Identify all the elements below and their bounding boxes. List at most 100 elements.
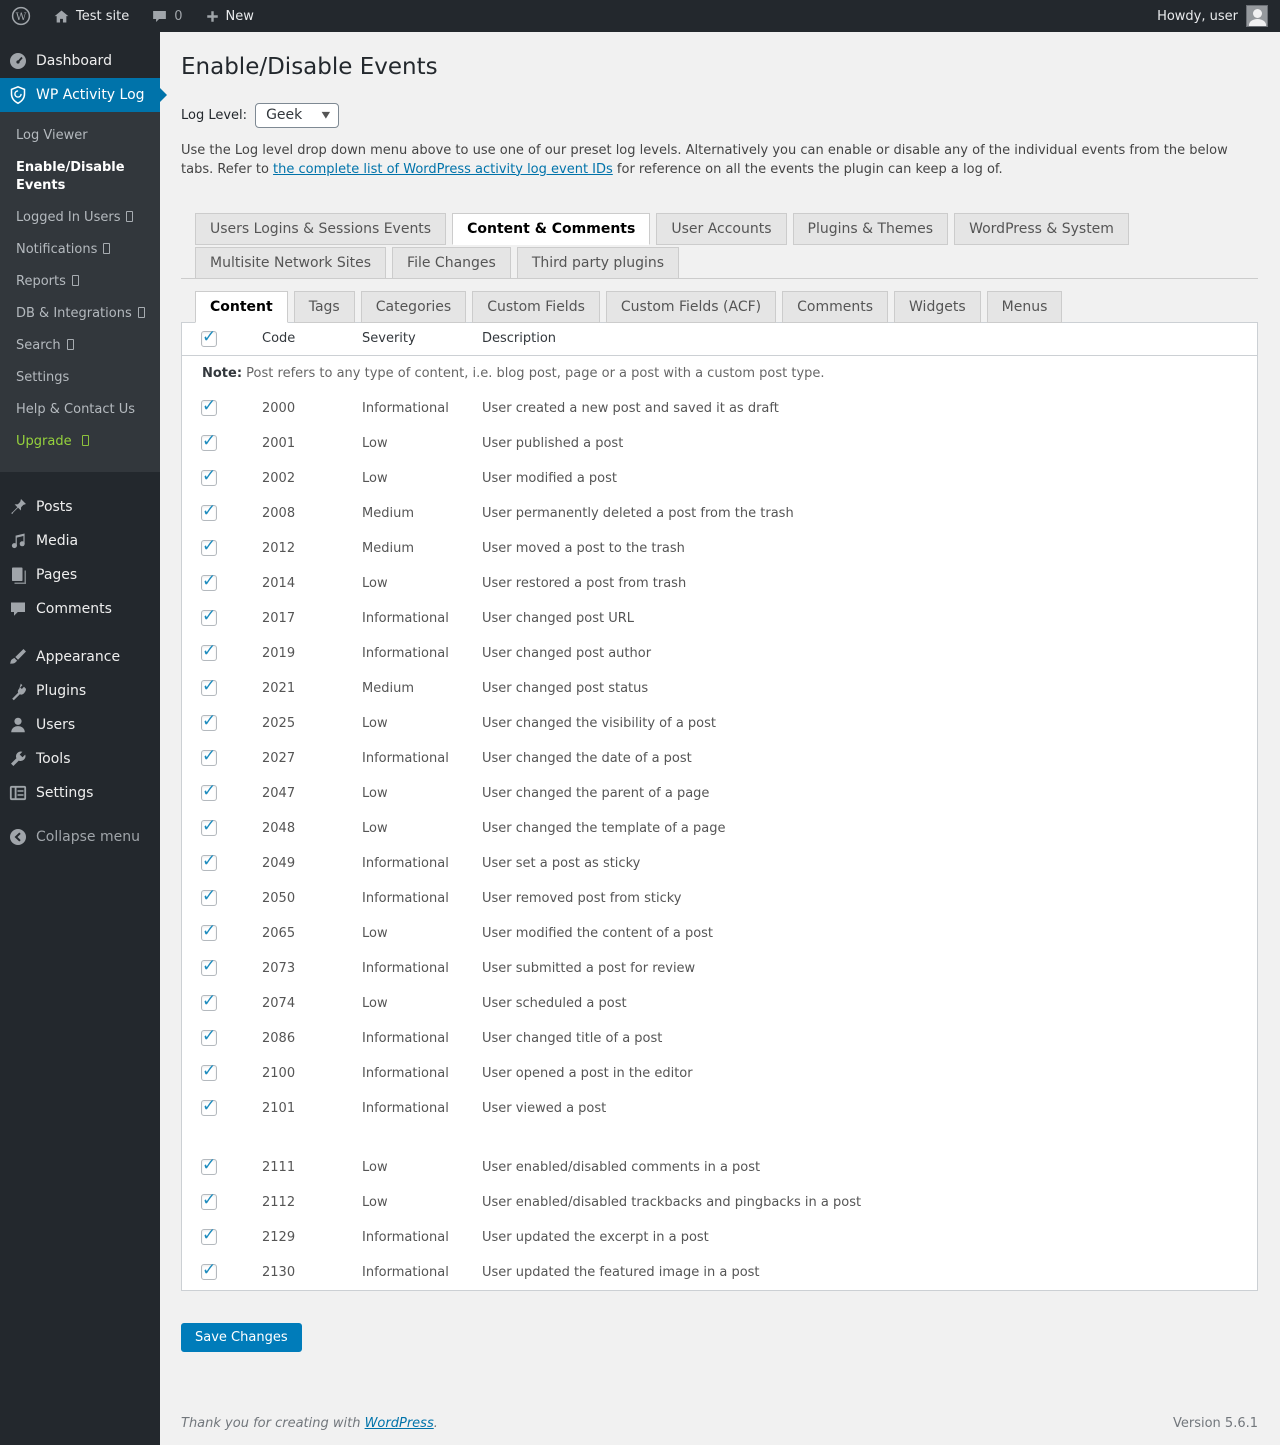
table-row: 2050 Informational User removed post fro… <box>182 881 1257 916</box>
footer-thanks-period: . <box>434 1416 438 1431</box>
shield-icon <box>8 85 28 105</box>
pages-icon <box>8 565 28 585</box>
row-checkbox[interactable] <box>201 960 217 976</box>
sidebar-item-label: Settings <box>36 785 93 801</box>
event-description: User updated the excerpt in a post <box>482 1230 1257 1245</box>
row-checkbox[interactable] <box>201 1065 217 1081</box>
my-account-menu[interactable]: Howdy, user <box>1145 0 1280 32</box>
submenu-settings[interactable]: Settings <box>0 362 160 394</box>
event-severity: Low <box>362 436 482 451</box>
event-severity: Informational <box>362 1066 482 1081</box>
tab-multisite-network-sites[interactable]: Multisite Network Sites <box>195 247 386 279</box>
row-checkbox[interactable] <box>201 505 217 521</box>
row-checkbox[interactable] <box>201 1194 217 1210</box>
row-checkbox[interactable] <box>201 1229 217 1245</box>
tab-users-logins-sessions[interactable]: Users Logins & Sessions Events <box>195 213 446 245</box>
sidebar-item-comments[interactable]: Comments <box>0 592 160 626</box>
row-checkbox[interactable] <box>201 750 217 766</box>
save-changes-button[interactable]: Save Changes <box>181 1323 302 1352</box>
submenu-help-contact[interactable]: Help & Contact Us <box>0 394 160 426</box>
row-checkbox[interactable] <box>201 1264 217 1280</box>
subtab-content[interactable]: Content <box>195 291 288 323</box>
log-level-select[interactable]: Geek ▼ <box>255 103 339 128</box>
submenu-enable-disable-events[interactable]: Enable/Disable Events <box>0 152 160 202</box>
site-name-link[interactable]: Test site <box>42 0 140 32</box>
tab-user-accounts[interactable]: User Accounts <box>656 213 786 245</box>
sidebar-item-dashboard[interactable]: Dashboard <box>0 44 160 78</box>
table-row: 2047 Low User changed the parent of a pa… <box>182 776 1257 811</box>
row-checkbox[interactable] <box>201 435 217 451</box>
plus-icon <box>205 9 220 24</box>
sidebar-item-tools[interactable]: Tools <box>0 742 160 776</box>
event-severity: Informational <box>362 856 482 871</box>
table-row: 2002 Low User modified a post <box>182 461 1257 496</box>
event-description: User restored a post from trash <box>482 576 1257 591</box>
row-checkbox[interactable] <box>201 820 217 836</box>
event-description: User created a new post and saved it as … <box>482 401 1257 416</box>
row-checkbox[interactable] <box>201 400 217 416</box>
subtab-categories[interactable]: Categories <box>361 291 466 323</box>
tab-wordpress-system[interactable]: WordPress & System <box>954 213 1129 245</box>
svg-text:W: W <box>16 11 27 23</box>
event-ids-link[interactable]: the complete list of WordPress activity … <box>273 162 613 177</box>
collapse-menu-button[interactable]: Collapse menu <box>0 820 160 854</box>
tab-third-party-plugins[interactable]: Third party plugins <box>517 247 679 279</box>
subtab-comments[interactable]: Comments <box>782 291 888 323</box>
submenu-reports[interactable]: Reports <box>0 266 160 298</box>
sidebar-item-appearance[interactable]: Appearance <box>0 640 160 674</box>
submenu-log-viewer[interactable]: Log Viewer <box>0 120 160 152</box>
event-severity: Informational <box>362 611 482 626</box>
row-checkbox[interactable] <box>201 610 217 626</box>
tab-content-comments[interactable]: Content & Comments <box>452 213 650 245</box>
submenu-upgrade[interactable]: Upgrade <box>0 426 160 458</box>
tab-file-changes[interactable]: File Changes <box>392 247 511 279</box>
comments-counter[interactable]: 0 <box>140 0 193 32</box>
row-checkbox[interactable] <box>201 715 217 731</box>
event-severity: Informational <box>362 1101 482 1116</box>
event-description: User changed the date of a post <box>482 751 1257 766</box>
event-code: 2111 <box>262 1160 362 1175</box>
row-checkbox[interactable] <box>201 470 217 486</box>
row-checkbox[interactable] <box>201 1159 217 1175</box>
row-checkbox[interactable] <box>201 785 217 801</box>
submenu-label: Reports <box>16 274 66 289</box>
subtab-tags[interactable]: Tags <box>294 291 355 323</box>
new-content-button[interactable]: New <box>194 0 265 32</box>
event-code: 2086 <box>262 1031 362 1046</box>
table-row: 2027 Informational User changed the date… <box>182 741 1257 776</box>
row-checkbox[interactable] <box>201 855 217 871</box>
wordpress-link[interactable]: WordPress <box>365 1416 434 1431</box>
tab-plugins-themes[interactable]: Plugins & Themes <box>793 213 949 245</box>
sidebar-item-plugins[interactable]: Plugins <box>0 674 160 708</box>
sidebar-item-posts[interactable]: Posts <box>0 490 160 524</box>
sidebar-item-settings[interactable]: Settings <box>0 776 160 810</box>
subtab-custom-fields[interactable]: Custom Fields <box>472 291 600 323</box>
event-code: 2050 <box>262 891 362 906</box>
row-checkbox[interactable] <box>201 1100 217 1116</box>
row-checkbox[interactable] <box>201 1030 217 1046</box>
subtab-menus[interactable]: Menus <box>987 291 1063 323</box>
row-checkbox[interactable] <box>201 645 217 661</box>
sidebar-item-media[interactable]: Media <box>0 524 160 558</box>
wordpress-menu-link[interactable]: W <box>0 0 42 32</box>
event-code: 2000 <box>262 401 362 416</box>
submenu-db-integrations[interactable]: DB & Integrations <box>0 298 160 330</box>
row-checkbox[interactable] <box>201 575 217 591</box>
subtab-custom-fields-acf[interactable]: Custom Fields (ACF) <box>606 291 776 323</box>
row-checkbox[interactable] <box>201 890 217 906</box>
submenu-logged-in-users[interactable]: Logged In Users <box>0 202 160 234</box>
sidebar-item-pages[interactable]: Pages <box>0 558 160 592</box>
row-checkbox[interactable] <box>201 925 217 941</box>
row-checkbox[interactable] <box>201 995 217 1011</box>
submenu-search[interactable]: Search <box>0 330 160 362</box>
event-severity: Informational <box>362 891 482 906</box>
event-code: 2021 <box>262 681 362 696</box>
submenu-notifications[interactable]: Notifications <box>0 234 160 266</box>
row-checkbox[interactable] <box>201 540 217 556</box>
sidebar-item-wp-activity-log[interactable]: WP Activity Log <box>0 78 160 112</box>
subtab-widgets[interactable]: Widgets <box>894 291 981 323</box>
row-checkbox[interactable] <box>201 680 217 696</box>
sidebar-item-users[interactable]: Users <box>0 708 160 742</box>
missing-glyph-icon <box>72 275 79 286</box>
select-all-checkbox[interactable] <box>201 331 217 347</box>
